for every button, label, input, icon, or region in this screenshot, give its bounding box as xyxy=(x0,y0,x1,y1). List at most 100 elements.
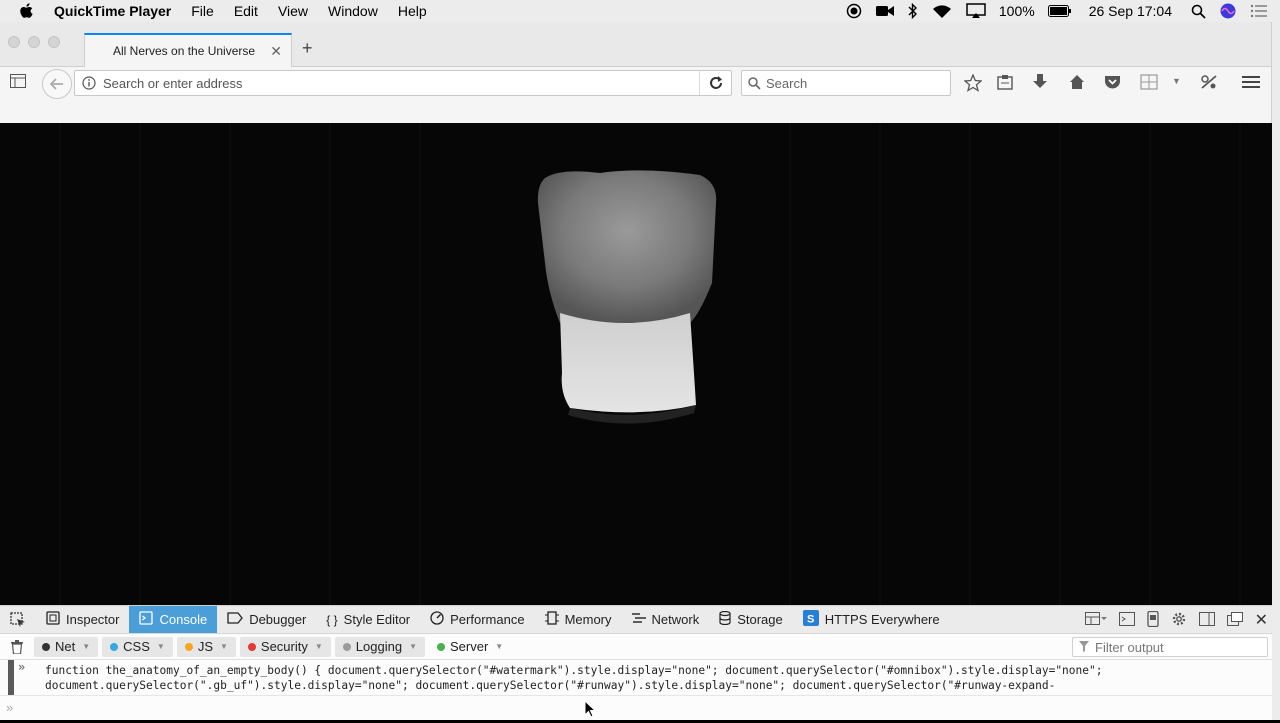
apple-icon[interactable] xyxy=(19,3,37,19)
search-input[interactable] xyxy=(766,75,950,91)
separate-window-icon[interactable] xyxy=(1226,611,1243,629)
screen-record-icon[interactable] xyxy=(846,3,862,19)
console-prompt-icon: » xyxy=(6,700,14,715)
console-icon xyxy=(139,611,154,628)
window-edge xyxy=(1272,22,1280,720)
pocket-icon[interactable] xyxy=(1104,74,1121,90)
js-dot-icon xyxy=(184,642,193,651)
close-window-button[interactable] xyxy=(8,36,20,48)
double-chevron-icon: » xyxy=(18,660,26,674)
reload-icon[interactable] xyxy=(699,71,731,95)
tab-inspector[interactable]: Inspector xyxy=(36,606,129,633)
address-bar xyxy=(74,70,732,96)
funnel-icon xyxy=(1079,640,1089,655)
menu-help[interactable]: Help xyxy=(398,3,427,19)
tab-memory[interactable]: Memory xyxy=(535,606,622,633)
zoom-window-button[interactable] xyxy=(48,36,60,48)
memory-chip-icon xyxy=(544,611,559,628)
tab-console-label: Console xyxy=(159,612,208,627)
trash-icon[interactable] xyxy=(0,639,34,654)
tab-style-editor-label: Style Editor xyxy=(343,612,411,627)
element-picker-icon[interactable] xyxy=(0,606,36,633)
tab-https-everywhere-label: HTTPS Everywhere xyxy=(824,612,940,627)
tab-network[interactable]: Network xyxy=(622,606,710,633)
filter-js-button[interactable]: JS ▼ xyxy=(176,636,236,657)
menu-view[interactable]: View xyxy=(278,3,308,19)
tab-debugger-label: Debugger xyxy=(249,612,307,627)
sidebar-icon[interactable] xyxy=(10,74,26,88)
menu-window[interactable]: Window xyxy=(328,3,378,19)
camera-icon[interactable] xyxy=(875,4,894,18)
home-icon[interactable] xyxy=(1069,74,1085,90)
net-dot-icon xyxy=(42,642,50,651)
filter-net-label: Net xyxy=(55,639,76,654)
tools-icon[interactable] xyxy=(1200,74,1218,90)
filter-css-button[interactable]: CSS ▼ xyxy=(102,636,173,657)
menu-edit[interactable]: Edit xyxy=(234,3,258,19)
downloads-icon[interactable] xyxy=(1033,74,1047,90)
dock-side-icon[interactable] xyxy=(1198,611,1215,629)
app-name-menu[interactable]: QuickTime Player xyxy=(54,3,171,19)
console-filter-bar: Net ▼ CSS ▼ JS ▼ Security ▼ Logging ▼ Se… xyxy=(0,634,1272,660)
css-dot-icon xyxy=(110,642,119,651)
search-icon xyxy=(742,76,766,90)
clock[interactable]: 26 Sep 17:04 xyxy=(1089,3,1172,19)
back-button[interactable] xyxy=(42,69,72,99)
close-tab-icon[interactable]: ✕ xyxy=(270,43,282,60)
tab-storage[interactable]: Storage xyxy=(709,606,793,633)
tab-https-everywhere[interactable]: S HTTPS Everywhere xyxy=(793,606,950,633)
bookmark-star-icon[interactable] xyxy=(964,74,982,92)
nav-bar: ▼ xyxy=(0,67,1271,99)
chevron-down-icon[interactable]: ▼ xyxy=(1172,76,1181,86)
minimize-window-button[interactable] xyxy=(28,36,40,48)
settings-gear-icon[interactable] xyxy=(1171,611,1187,630)
browser-tab[interactable]: All Nerves on the Universe ✕ xyxy=(84,33,292,67)
debugger-icon xyxy=(227,612,244,627)
filter-server-button[interactable]: Server ▼ xyxy=(429,637,511,657)
filter-security-button[interactable]: Security ▼ xyxy=(239,636,331,657)
console-line-marker xyxy=(8,660,14,695)
caret-down-icon: ▼ xyxy=(156,642,165,651)
siri-icon[interactable] xyxy=(1220,3,1236,19)
extension-icon[interactable] xyxy=(1140,74,1158,90)
filter-js-label: JS xyxy=(197,639,213,654)
video-frame xyxy=(0,123,1272,605)
console-code-line-1: function the_anatomy_of_an_empty_body() … xyxy=(45,664,1103,677)
new-tab-button[interactable]: + xyxy=(302,38,313,59)
responsive-design-icon[interactable] xyxy=(1146,610,1159,630)
security-dot-icon xyxy=(247,642,256,651)
page-content-video[interactable] xyxy=(0,123,1272,605)
tab-performance[interactable]: Performance xyxy=(420,606,534,633)
tab-style-editor[interactable]: { } Style Editor xyxy=(316,606,420,633)
spotlight-icon[interactable] xyxy=(1191,4,1206,19)
bluetooth-icon[interactable] xyxy=(908,3,918,19)
close-devtools-icon[interactable]: ✕ xyxy=(1255,610,1268,630)
filter-output-field[interactable]: Filter output xyxy=(1072,637,1268,657)
airplay-icon[interactable] xyxy=(966,3,986,19)
tab-debugger[interactable]: Debugger xyxy=(217,606,316,633)
wifi-icon[interactable] xyxy=(932,4,952,19)
dock-layout-icon[interactable] xyxy=(1084,611,1107,629)
notification-center-icon[interactable] xyxy=(1250,4,1268,18)
address-input[interactable] xyxy=(103,72,699,94)
tab-inspector-label: Inspector xyxy=(66,612,120,627)
tab-network-label: Network xyxy=(651,612,700,627)
window-controls xyxy=(8,36,60,48)
hamburger-menu-icon[interactable] xyxy=(1242,74,1260,90)
filter-logging-button[interactable]: Logging ▼ xyxy=(334,636,425,657)
console-input[interactable]: » xyxy=(0,696,1272,720)
tab-console[interactable]: Console xyxy=(129,606,218,633)
database-icon xyxy=(719,610,731,628)
performance-gauge-icon xyxy=(430,611,444,628)
devtools-toolbar: Inspector Console Debugger { } Style Edi… xyxy=(0,606,1272,634)
scratchpad-icon[interactable] xyxy=(1118,611,1135,629)
caret-down-icon: ▼ xyxy=(82,642,91,651)
site-info-icon[interactable] xyxy=(75,76,103,90)
menu-file[interactable]: File xyxy=(191,3,214,19)
filter-net-button[interactable]: Net ▼ xyxy=(34,636,99,657)
battery-icon[interactable] xyxy=(1047,5,1072,17)
tab-memory-label: Memory xyxy=(564,612,612,627)
logging-dot-icon xyxy=(342,642,351,651)
browser-window-chrome: All Nerves on the Universe ✕ + Search or… xyxy=(0,22,1272,123)
reading-list-icon[interactable] xyxy=(997,74,1013,90)
